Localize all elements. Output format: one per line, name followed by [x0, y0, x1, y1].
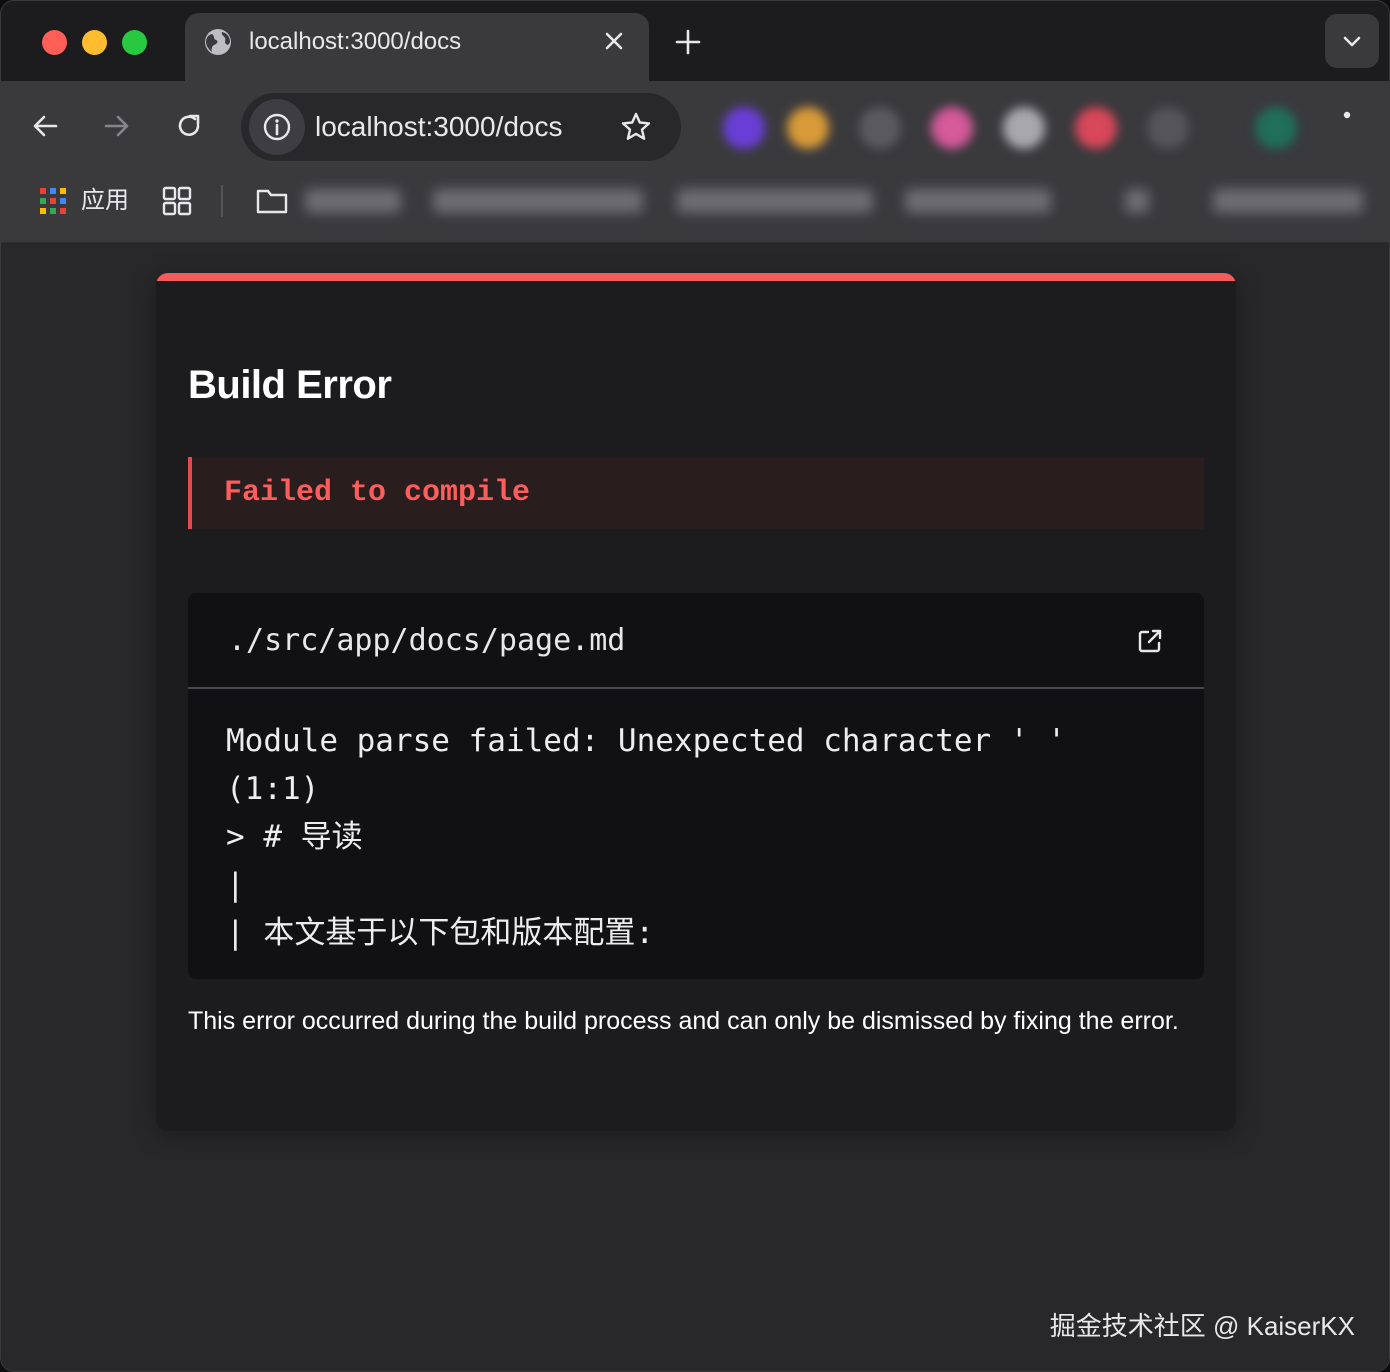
code-line: (1:1): [226, 771, 320, 807]
extension-icon[interactable]: [1147, 107, 1189, 149]
build-error-dialog: Build Error Failed to compile ./src/app/…: [156, 273, 1236, 1131]
bookmark-item-blurred[interactable]: [1125, 189, 1149, 213]
extension-icon[interactable]: [1003, 107, 1045, 149]
browser-window: localhost:3000/docs localhost:3000/docs …: [0, 0, 1390, 1372]
info-icon: [263, 113, 291, 141]
globe-icon: [205, 29, 231, 55]
site-info-button[interactable]: [249, 99, 305, 155]
code-frame: ./src/app/docs/page.md Module parse fail…: [188, 593, 1204, 979]
bookmark-item-blurred[interactable]: [677, 189, 873, 213]
bookmark-item-blurred[interactable]: [305, 189, 401, 213]
new-tab-button[interactable]: [671, 25, 705, 59]
page-content: Build Error Failed to compile ./src/app/…: [1, 243, 1389, 1371]
star-icon[interactable]: [619, 110, 653, 144]
bookmark-item-blurred[interactable]: [905, 189, 1051, 213]
reload-button[interactable]: [172, 109, 206, 143]
folder-icon[interactable]: [255, 187, 289, 215]
error-accent-bar: [156, 273, 1236, 281]
bookmarks-divider: [221, 185, 223, 217]
extension-icon[interactable]: [723, 107, 765, 149]
window-minimize-button[interactable]: [82, 30, 107, 55]
bookmarks-bar: 应用: [1, 173, 1389, 243]
tab-search-button[interactable]: [1325, 14, 1379, 68]
extension-icon[interactable]: [1075, 107, 1117, 149]
browser-toolbar: localhost:3000/docs: [1, 81, 1389, 173]
extension-icon[interactable]: [931, 107, 973, 149]
window-maximize-button[interactable]: [122, 30, 147, 55]
bookmark-item-blurred[interactable]: [1213, 189, 1363, 213]
code-line: Module parse failed: Unexpected characte…: [226, 723, 1066, 759]
address-bar[interactable]: localhost:3000/docs: [241, 93, 681, 161]
forward-button[interactable]: [100, 109, 134, 143]
error-footer-text: This error occurred during the build pro…: [188, 1007, 1179, 1035]
error-message: Module parse failed: Unexpected characte…: [226, 717, 1166, 957]
code-frame-header: ./src/app/docs/page.md: [188, 593, 1204, 689]
window-close-button[interactable]: [42, 30, 67, 55]
code-line: |: [226, 867, 245, 903]
watermark: 掘金技术社区 @ KaiserKX: [1049, 1311, 1355, 1341]
address-url[interactable]: localhost:3000/docs: [315, 110, 563, 144]
dialog-title: Build Error: [188, 363, 392, 407]
bookmark-apps-label[interactable]: 应用: [81, 185, 129, 217]
bookmark-item-blurred[interactable]: [433, 189, 643, 213]
close-icon[interactable]: [601, 28, 627, 54]
file-path[interactable]: ./src/app/docs/page.md: [228, 621, 625, 661]
browser-tab-active[interactable]: localhost:3000/docs: [185, 13, 649, 81]
code-line: | 本文基于以下包和版本配置:: [226, 915, 654, 951]
tab-title: localhost:3000/docs: [249, 28, 462, 55]
error-status-callout: Failed to compile: [188, 457, 1204, 529]
error-status-text: Failed to compile: [224, 476, 531, 510]
open-in-editor-icon[interactable]: [1136, 627, 1164, 655]
extension-icon[interactable]: [1255, 107, 1297, 149]
chevron-down-icon: [1343, 36, 1361, 47]
back-button[interactable]: [28, 109, 62, 143]
tab-groups-icon[interactable]: [161, 185, 193, 217]
extension-icon[interactable]: [859, 107, 901, 149]
extension-icon[interactable]: [787, 107, 829, 149]
kebab-menu-icon[interactable]: [1341, 109, 1353, 149]
code-line: > # 导读: [226, 819, 363, 855]
tab-strip: localhost:3000/docs: [1, 1, 1389, 81]
apps-grid-icon[interactable]: [39, 187, 67, 215]
